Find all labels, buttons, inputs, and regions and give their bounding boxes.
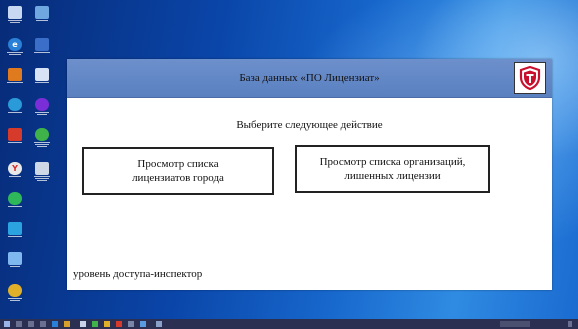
document-icon[interactable]	[31, 162, 53, 181]
this-pc-icon[interactable]	[31, 6, 53, 25]
telegram-icon[interactable]	[4, 222, 26, 241]
recycle-bin-icon[interactable]	[4, 6, 26, 25]
system-tray[interactable]	[500, 321, 530, 327]
view-revoked-label-line2: лишенных лицензии	[344, 170, 441, 182]
search-icon[interactable]	[16, 321, 22, 327]
taskbar	[0, 319, 578, 329]
window-app-icon[interactable]	[4, 252, 26, 271]
taskbar-app6-icon[interactable]	[156, 321, 162, 327]
settings-icon[interactable]	[4, 98, 26, 117]
title-bar: База данных «ПО Лицензиат»	[67, 59, 552, 98]
taskbar-folder-icon[interactable]	[64, 321, 70, 327]
edge-icon[interactable]: e	[4, 38, 26, 57]
access-level-label: уровень доступа-инспектор	[73, 268, 203, 280]
view-revoked-organizations-button[interactable]: Просмотр списка организаций, лишенных ли…	[295, 145, 490, 193]
chrome-icon[interactable]	[4, 284, 26, 303]
taskbar-chrome-icon[interactable]	[104, 321, 110, 327]
task-view-icon[interactable]	[28, 321, 34, 327]
presentation-icon[interactable]	[4, 128, 26, 147]
view-licensees-label-line2: лицензиатов города	[132, 172, 224, 184]
browser-icon[interactable]	[31, 98, 53, 117]
app-icon[interactable]	[31, 68, 53, 87]
action-prompt: Выберите следующее действие	[236, 119, 383, 131]
view-licensees-button[interactable]: Просмотр списка лицензиатов города	[82, 147, 274, 195]
taskbar-app2-icon[interactable]	[92, 321, 98, 327]
notifications-icon[interactable]	[568, 321, 572, 327]
shield-logo-icon	[514, 62, 546, 94]
taskbar-app3-icon[interactable]	[116, 321, 122, 327]
desktop-background: e Y База данных «ПО Лицензиат» Выберите …	[0, 0, 578, 319]
search-app-icon[interactable]	[31, 128, 53, 147]
whatsapp-icon[interactable]	[4, 192, 26, 211]
taskbar-store-icon[interactable]	[80, 321, 86, 327]
start-button[interactable]	[4, 321, 10, 327]
program-icon[interactable]	[4, 68, 26, 87]
taskbar-edge-icon[interactable]	[52, 321, 58, 327]
view-licensees-label-line1: Просмотр списка	[137, 158, 219, 170]
taskbar-app5-icon[interactable]	[140, 321, 146, 327]
taskbar-app-icon[interactable]	[40, 321, 46, 327]
app-window: База данных «ПО Лицензиат» Выберите след…	[67, 59, 552, 290]
yandex-icon[interactable]: Y	[4, 162, 26, 181]
app-title: База данных «ПО Лицензиат»	[239, 72, 380, 84]
view-revoked-label-line1: Просмотр списка организаций,	[319, 156, 466, 168]
taskbar-app4-icon[interactable]	[128, 321, 134, 327]
printer-icon[interactable]	[31, 38, 53, 57]
